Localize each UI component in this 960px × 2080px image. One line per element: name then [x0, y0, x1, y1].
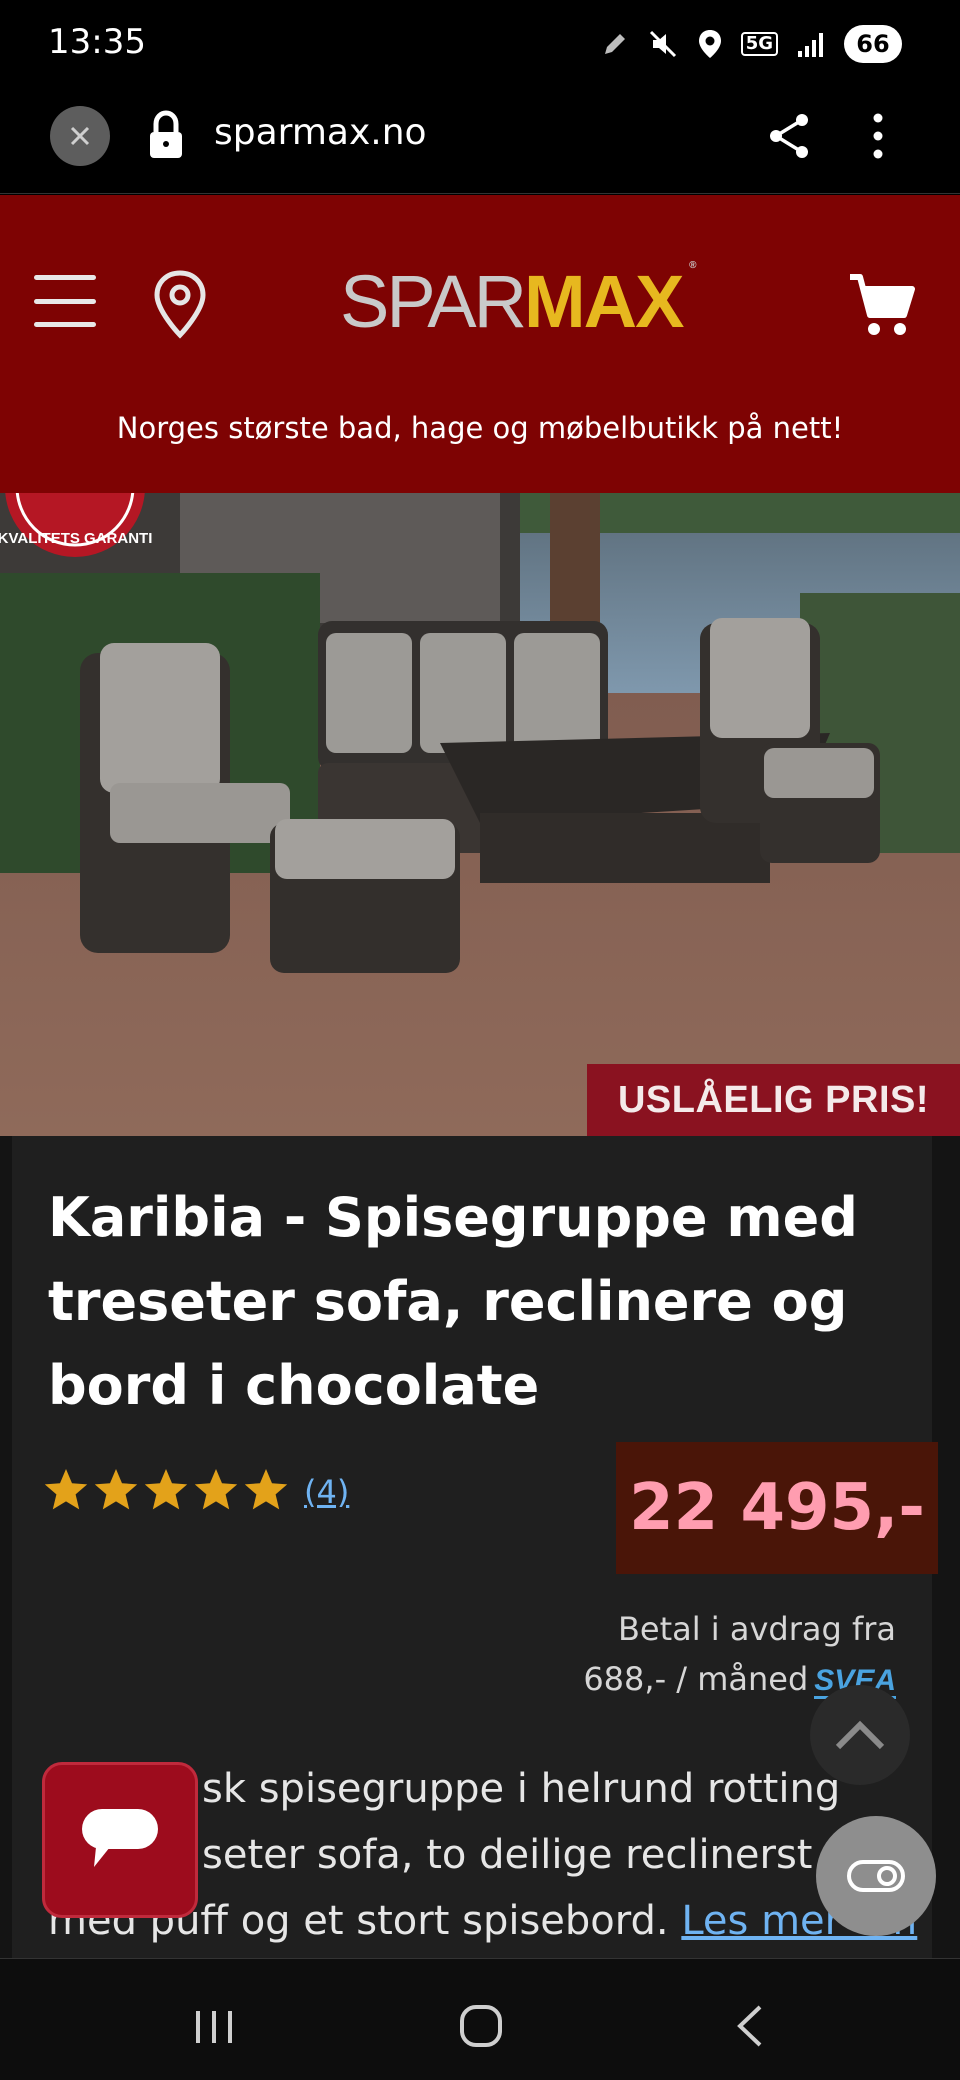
star-icon — [44, 1469, 88, 1510]
svg-text:KVALITETS GARANTI: KVALITETS GARANTI — [0, 530, 152, 547]
system-nav-bar — [0, 1958, 960, 2080]
cookie-consent-button[interactable] — [816, 1816, 936, 1936]
chevron-up-icon — [835, 1720, 885, 1750]
home-icon[interactable] — [458, 2003, 504, 2049]
location-pin-icon[interactable] — [150, 269, 210, 339]
recent-apps-icon[interactable] — [192, 2007, 236, 2047]
menu-icon[interactable] — [34, 275, 96, 327]
star-icon — [244, 1469, 288, 1510]
product-title: Karibia - Spisegruppe med treseter sofa,… — [48, 1186, 858, 1417]
url-bar[interactable]: sparmax.no — [214, 112, 427, 153]
consent-toggle-icon — [847, 1860, 905, 1892]
status-icons: 5G 66 — [601, 24, 902, 64]
location-icon — [698, 30, 721, 58]
close-icon — [70, 126, 90, 146]
star-icon — [194, 1469, 238, 1510]
logo-spar: SPAR — [340, 260, 527, 343]
star-icon — [144, 1469, 188, 1510]
battery-icon: 66 — [844, 25, 902, 63]
product-image[interactable]: KVALITETS GARANTI USLÅELIG PRIS! — [0, 493, 960, 1136]
site-header: SPARMAX ® Norges største bad, hage og møb… — [0, 195, 960, 493]
installment-line1: Betal i avdrag fra — [617, 1610, 896, 1648]
price-badge-banner: USLÅELIG PRIS! — [587, 1064, 960, 1136]
status-time: 13:35 — [48, 22, 146, 62]
product-photo — [0, 493, 960, 1136]
close-tab-button[interactable] — [50, 106, 110, 166]
lock-icon[interactable] — [146, 110, 186, 162]
chat-bubble-icon — [82, 1809, 158, 1867]
5g-icon: 5G — [740, 32, 778, 56]
logo-registered-mark: ® — [689, 260, 697, 271]
more-vertical-icon[interactable] — [866, 110, 890, 162]
garanti-badge: KVALITETS GARANTI — [0, 493, 152, 557]
review-count-link[interactable]: (4) — [304, 1473, 349, 1511]
star-icon — [94, 1469, 138, 1510]
logo-max: MAX — [524, 260, 684, 343]
installment-line2: 688,- / måned — [583, 1660, 809, 1698]
status-bar: 13:35 5G 66 — [0, 0, 960, 90]
battery-level: 66 — [856, 30, 890, 58]
price-box: 22 495,- — [616, 1442, 938, 1574]
share-icon[interactable] — [764, 110, 816, 162]
header-tagline: Norges største bad, hage og møbelbutikk … — [116, 411, 844, 445]
browser-bar: sparmax.no — [0, 90, 960, 194]
back-icon[interactable] — [732, 2003, 766, 2049]
sparmax-logo[interactable]: SPARMAX ® — [340, 261, 697, 339]
scroll-to-top-button[interactable] — [810, 1685, 910, 1785]
mute-icon — [649, 30, 676, 58]
chat-button[interactable] — [42, 1762, 198, 1918]
product-price: 22 495,- — [629, 1471, 925, 1545]
rating-stars[interactable] — [42, 1466, 290, 1514]
cart-icon[interactable] — [846, 271, 918, 341]
pen-icon — [604, 34, 625, 54]
signal-icon — [798, 33, 823, 57]
